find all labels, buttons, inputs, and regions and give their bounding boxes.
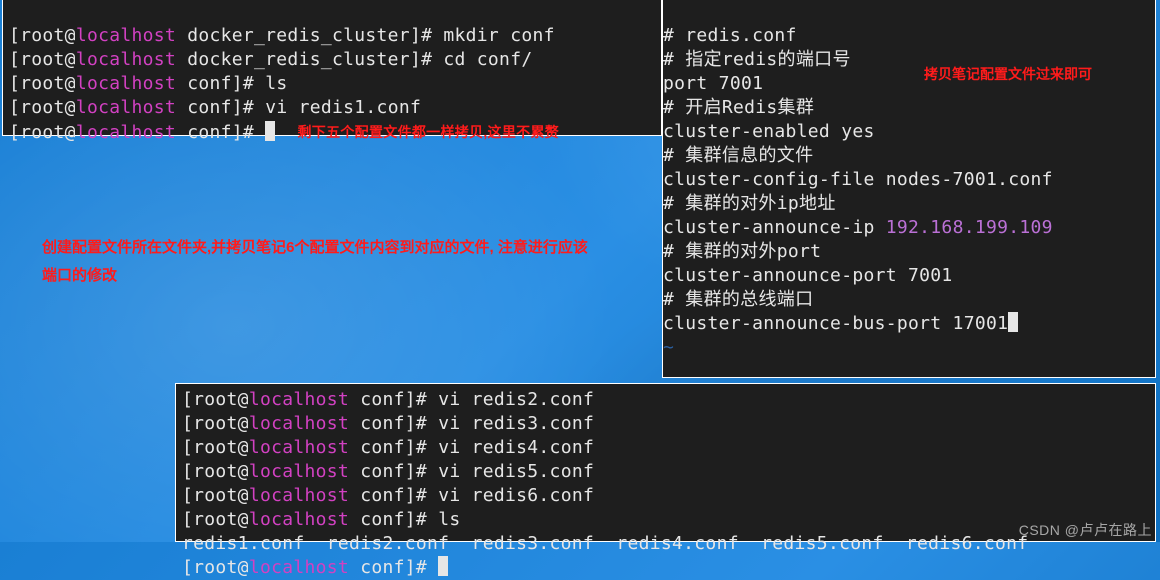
cwd: docker_redis_cluster xyxy=(187,49,410,70)
conf-line: port 7001 xyxy=(663,73,763,94)
hostname: localhost xyxy=(76,49,176,70)
conf-line: cluster-announce-port 7001 xyxy=(663,265,953,286)
conf-line: # 指定redis的端口号 xyxy=(663,49,851,70)
vi-tilde: ~ xyxy=(663,337,674,358)
command-text: ls xyxy=(265,73,287,94)
terminal-top-left[interactable]: [root@localhost docker_redis_cluster]# m… xyxy=(2,0,662,136)
cwd: conf xyxy=(360,509,405,530)
hostname: localhost xyxy=(249,437,349,458)
conf-line: cluster-enabled yes xyxy=(663,121,875,142)
hostname: localhost xyxy=(249,557,349,578)
command-text: vi redis6.conf xyxy=(438,485,594,506)
conf-line: # redis.conf xyxy=(663,25,797,46)
command-text: vi redis2.conf xyxy=(438,389,594,410)
cwd: conf xyxy=(360,557,405,578)
conf-line: # 集群的对外ip地址 xyxy=(663,193,836,214)
annotation-right: 拷贝笔记配置文件过来即可 xyxy=(924,64,1124,84)
command-text: ls xyxy=(438,509,460,530)
cursor-icon xyxy=(1008,312,1018,332)
hostname: localhost xyxy=(76,97,176,118)
conf-line: # 集群的总线端口 xyxy=(663,289,813,310)
cwd: conf xyxy=(360,485,405,506)
hostname: localhost xyxy=(249,461,349,482)
terminal-right-editor[interactable]: # redis.conf # 指定redis的端口号 port 7001 # 开… xyxy=(662,0,1156,378)
annotation-left: 创建配置文件所在文件夹,并拷贝笔记6个配置文件内容到对应的文件, 注意进行应该端… xyxy=(42,234,602,290)
hostname: localhost xyxy=(249,485,349,506)
conf-line: # 集群的对外port xyxy=(663,241,821,262)
cwd: conf xyxy=(360,461,405,482)
conf-line: # 集群信息的文件 xyxy=(663,145,813,166)
hostname: localhost xyxy=(76,73,176,94)
cwd: conf xyxy=(187,73,232,94)
hostname: localhost xyxy=(249,413,349,434)
conf-line: cluster-config-file nodes-7001.conf xyxy=(663,169,1053,190)
hostname: localhost xyxy=(249,389,349,410)
command-text: cd conf/ xyxy=(443,49,532,70)
cwd: conf xyxy=(187,122,232,143)
conf-line: # 开启Redis集群 xyxy=(663,97,814,118)
terminal-bottom[interactable]: [root@localhost conf]# vi redis2.conf [r… xyxy=(175,383,1156,542)
ls-output: redis1.conf redis2.conf redis3.conf redi… xyxy=(182,533,1028,554)
hostname: localhost xyxy=(76,122,176,143)
ip-address: 192.168.199.109 xyxy=(886,217,1053,238)
cursor-icon xyxy=(438,556,448,576)
command-text: vi redis1.conf xyxy=(265,97,421,118)
cursor-icon xyxy=(265,121,275,141)
command-text: mkdir conf xyxy=(443,25,554,46)
command-text: vi redis5.conf xyxy=(438,461,594,482)
conf-line: cluster-announce-bus-port 17001 xyxy=(663,313,1008,334)
hostname: localhost xyxy=(76,25,176,46)
cwd: conf xyxy=(360,389,405,410)
cwd: conf xyxy=(360,413,405,434)
cwd: docker_redis_cluster xyxy=(187,25,410,46)
cwd: conf xyxy=(187,97,232,118)
command-text: vi redis3.conf xyxy=(438,413,594,434)
hostname: localhost xyxy=(249,509,349,530)
inline-annotation: 剩下五个配置文件都一样拷贝,这里不累赘 xyxy=(297,120,559,144)
cwd: conf xyxy=(360,437,405,458)
command-text: vi redis4.conf xyxy=(438,437,594,458)
